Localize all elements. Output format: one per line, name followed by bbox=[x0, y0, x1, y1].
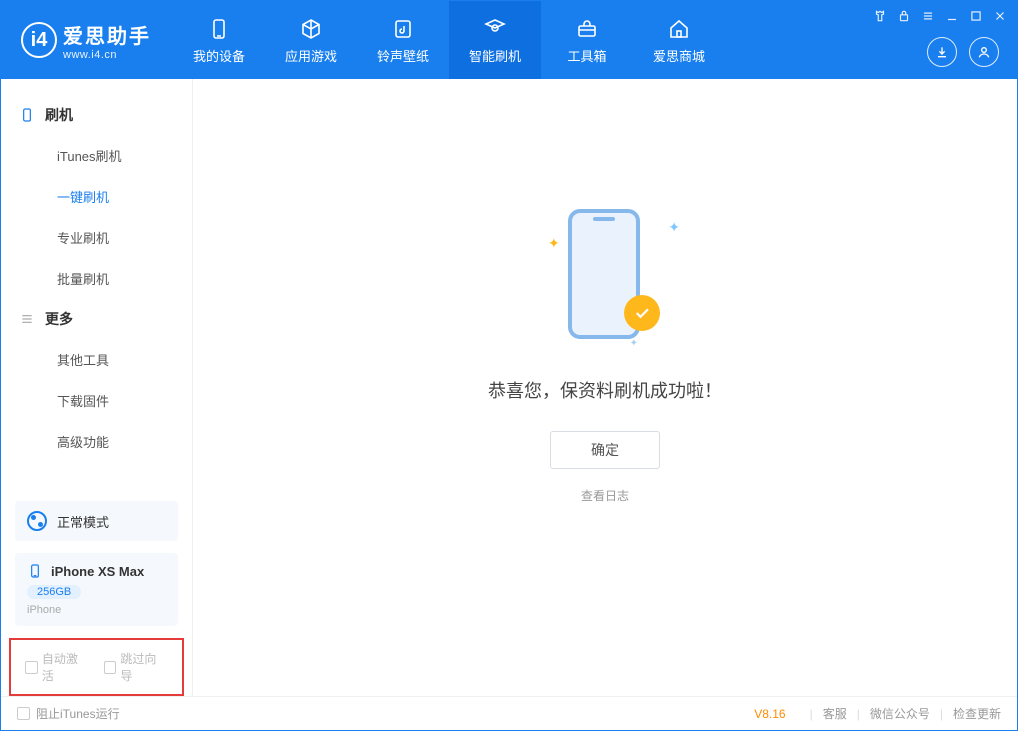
device-storage: 256GB bbox=[27, 585, 81, 599]
version-label: V8.16 bbox=[754, 707, 785, 721]
user-button[interactable] bbox=[969, 37, 999, 67]
list-icon bbox=[19, 311, 35, 327]
bottom-check-row: 自动激活 跳过向导 bbox=[9, 638, 184, 696]
device-icon bbox=[206, 16, 232, 42]
device-type: iPhone bbox=[27, 604, 166, 616]
sidebar-item-download-firmware[interactable]: 下载固件 bbox=[1, 380, 192, 421]
sidebar-section-flash: 刷机 bbox=[1, 95, 192, 135]
tab-smart-flash[interactable]: 智能刷机 bbox=[449, 1, 541, 79]
sidebar-item-other-tools[interactable]: 其他工具 bbox=[1, 339, 192, 380]
logo: i4 爱思助手 www.i4.cn bbox=[1, 1, 173, 79]
lock-icon[interactable] bbox=[897, 9, 911, 28]
tab-label: 智能刷机 bbox=[469, 46, 521, 65]
device-box[interactable]: iPhone XS Max 256GB iPhone bbox=[15, 553, 178, 626]
header-right-circles bbox=[927, 37, 999, 67]
spark-icon: ✦ bbox=[548, 235, 560, 252]
checkbox-label: 自动激活 bbox=[42, 650, 90, 684]
app-window: i4 爱思助手 www.i4.cn 我的设备 应用游戏 铃声壁纸 智能刷机 bbox=[0, 0, 1018, 731]
sidebar-item-batch-flash[interactable]: 批量刷机 bbox=[1, 258, 192, 299]
download-button[interactable] bbox=[927, 37, 957, 67]
mode-box[interactable]: 正常模式 bbox=[15, 501, 178, 541]
sidebar: 刷机 iTunes刷机 一键刷机 专业刷机 批量刷机 更多 其他工具 下载固件 … bbox=[1, 79, 193, 696]
cube-icon bbox=[298, 16, 324, 42]
phone-icon bbox=[19, 107, 35, 123]
checkbox-icon bbox=[17, 707, 30, 720]
tab-my-device[interactable]: 我的设备 bbox=[173, 1, 265, 79]
tab-label: 我的设备 bbox=[193, 46, 245, 65]
toolbox-icon bbox=[574, 16, 600, 42]
minimize-icon[interactable] bbox=[945, 9, 959, 28]
footer: 阻止iTunes运行 V8.16 | 客服 | 微信公众号 | 检查更新 bbox=[1, 696, 1017, 730]
spark-icon: ✦ bbox=[630, 338, 638, 349]
spark-icon: ✦ bbox=[668, 219, 680, 236]
tab-label: 铃声壁纸 bbox=[377, 46, 429, 65]
footer-link-support[interactable]: 客服 bbox=[823, 705, 847, 722]
menu-icon[interactable] bbox=[921, 9, 935, 28]
sidebar-item-itunes-flash[interactable]: iTunes刷机 bbox=[1, 135, 192, 176]
sidebar-item-pro-flash[interactable]: 专业刷机 bbox=[1, 217, 192, 258]
success-text: 恭喜您，保资料刷机成功啦！ bbox=[488, 377, 722, 403]
sidebar-section-more: 更多 bbox=[1, 299, 192, 339]
check-badge-icon bbox=[624, 295, 660, 331]
refresh-icon bbox=[482, 16, 508, 42]
sidebar-item-advanced[interactable]: 高级功能 bbox=[1, 421, 192, 462]
view-log-link[interactable]: 查看日志 bbox=[581, 487, 629, 504]
tab-store[interactable]: 爱思商城 bbox=[633, 1, 725, 79]
tab-ringtone-wallpaper[interactable]: 铃声壁纸 bbox=[357, 1, 449, 79]
app-name: 爱思助手 bbox=[63, 20, 151, 49]
checkbox-auto-activate[interactable]: 自动激活 bbox=[25, 650, 90, 684]
checkbox-label: 跳过向导 bbox=[120, 650, 168, 684]
ok-button[interactable]: 确定 bbox=[550, 431, 660, 469]
checkbox-icon bbox=[25, 661, 38, 674]
mode-icon bbox=[27, 511, 47, 531]
tab-label: 爱思商城 bbox=[653, 46, 705, 65]
window-controls bbox=[873, 9, 1007, 28]
checkbox-skip-guide[interactable]: 跳过向导 bbox=[104, 650, 169, 684]
maximize-icon[interactable] bbox=[969, 9, 983, 28]
footer-link-update[interactable]: 检查更新 bbox=[953, 705, 1001, 722]
tab-apps-games[interactable]: 应用游戏 bbox=[265, 1, 357, 79]
tab-label: 工具箱 bbox=[567, 46, 606, 65]
footer-link-wechat[interactable]: 微信公众号 bbox=[870, 705, 930, 722]
tab-label: 应用游戏 bbox=[285, 46, 337, 65]
main-content: ✦ ✦ ✦ 恭喜您，保资料刷机成功啦！ 确定 查看日志 bbox=[193, 79, 1017, 696]
header-tabs: 我的设备 应用游戏 铃声壁纸 智能刷机 工具箱 爱思商城 bbox=[173, 1, 725, 79]
logo-text: 爱思助手 www.i4.cn bbox=[63, 20, 151, 61]
sidebar-section-title: 刷机 bbox=[45, 105, 73, 125]
sidebar-item-oneclick-flash[interactable]: 一键刷机 bbox=[1, 176, 192, 217]
tab-toolbox[interactable]: 工具箱 bbox=[541, 1, 633, 79]
logo-icon: i4 bbox=[21, 22, 57, 58]
body: 刷机 iTunes刷机 一键刷机 专业刷机 批量刷机 更多 其他工具 下载固件 … bbox=[1, 79, 1017, 696]
device-name: iPhone XS Max bbox=[51, 564, 144, 579]
checkbox-label: 阻止iTunes运行 bbox=[36, 705, 120, 722]
success-illustration: ✦ ✦ ✦ bbox=[530, 199, 680, 349]
checkbox-block-itunes[interactable]: 阻止iTunes运行 bbox=[17, 705, 120, 722]
footer-links: V8.16 | 客服 | 微信公众号 | 检查更新 bbox=[754, 705, 1001, 722]
close-icon[interactable] bbox=[993, 9, 1007, 28]
shirt-icon[interactable] bbox=[873, 9, 887, 28]
music-icon bbox=[390, 16, 416, 42]
device-icon bbox=[27, 563, 43, 579]
app-url: www.i4.cn bbox=[63, 49, 151, 61]
checkbox-icon bbox=[104, 661, 117, 674]
mode-label: 正常模式 bbox=[57, 512, 109, 531]
home-icon bbox=[666, 16, 692, 42]
sidebar-section-title: 更多 bbox=[45, 309, 73, 329]
header: i4 爱思助手 www.i4.cn 我的设备 应用游戏 铃声壁纸 智能刷机 bbox=[1, 1, 1017, 79]
